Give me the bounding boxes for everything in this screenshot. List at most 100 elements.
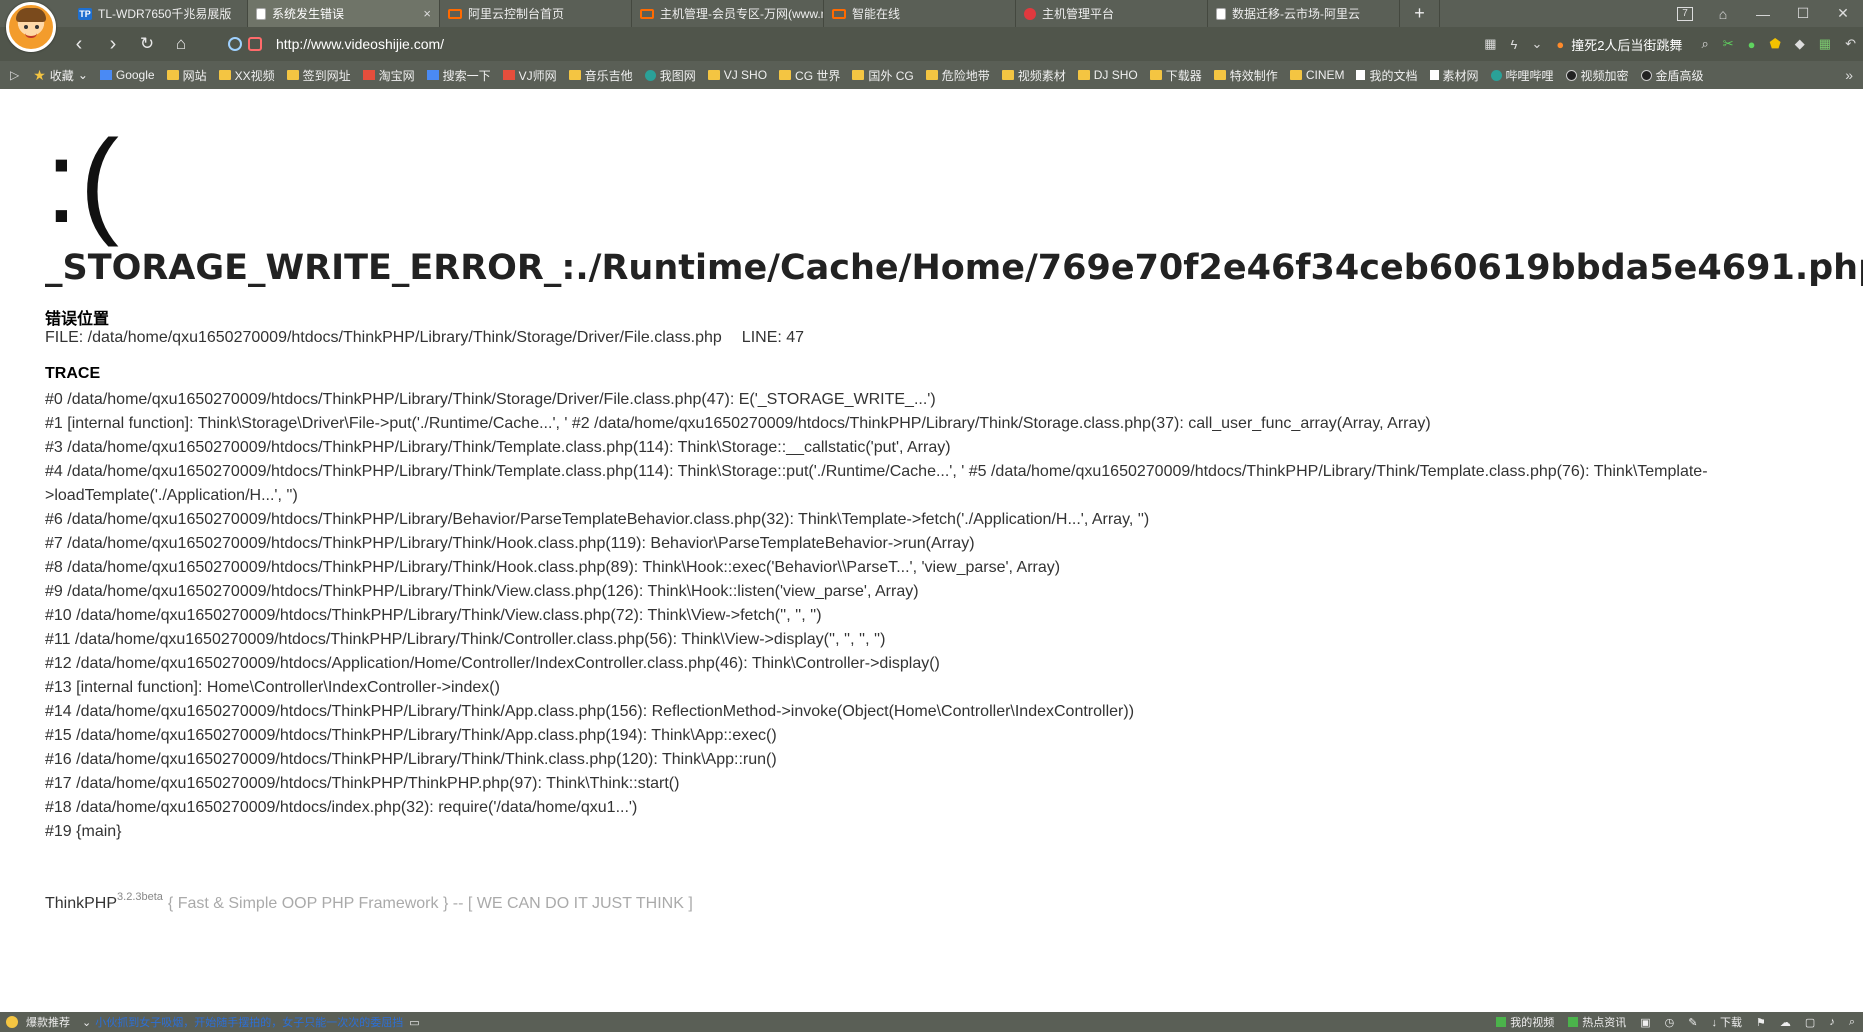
trace-row: #15 /data/home/qxu1650270009/htdocs/Thin… [45,727,777,744]
bookmark-item[interactable]: 特效制作 [1213,67,1278,84]
site-info-icon[interactable] [228,37,242,51]
back-icon[interactable]: ‹ [62,33,96,56]
bookmark-item[interactable]: VJ SHO [707,68,767,82]
url-field[interactable]: http://www.videoshijie.com/ [228,32,444,56]
hot-search-text[interactable]: 撞死2人后当街跳舞 [1571,35,1682,54]
chevron-down-icon[interactable]: ⌄ [1531,36,1542,52]
bookmark-item[interactable]: 下载器 [1149,67,1202,84]
error-line: LINE: 47 [741,329,805,346]
window-controls: 7 ⌂ — ☐ ✕ [1667,0,1863,27]
folder-icon [166,70,179,80]
minimize-icon[interactable]: — [1743,6,1783,22]
tp-link-icon: TP [78,7,92,20]
speed-icon[interactable]: ◷ [1665,1016,1675,1029]
bookmark-item[interactable]: DJ SHO [1077,68,1138,82]
trace-row: #3 /data/home/qxu1650270009/htdocs/Think… [45,439,951,456]
close-window-icon[interactable]: ✕ [1823,5,1863,22]
bookmark-label: 收藏 [49,68,74,83]
bookmark-label: 音乐吉他 [584,68,633,83]
trace-row: #13 [internal function]: Home\Controller… [45,679,500,696]
folder-icon [1149,70,1162,80]
tab-aliyun-console[interactable]: 阿里云控制台首页 [440,0,632,27]
bookmarks-bar: ▷ ★ 收藏 ⌄ Google 网站 XX视频 签到网址 淘宝网 搜索一下 VJ师网… [0,61,1863,89]
screenshot-icon[interactable]: ▣ [1640,1016,1650,1029]
tab-strip: TP TL-WDR7650千兆易展版 系统发生错误 × 阿里云控制台首页 主机管… [70,0,1440,27]
sidebar-toggle-icon[interactable]: ▷ [10,68,19,82]
bookmark-label: 金盾高级 [1655,68,1704,83]
cloud-icon[interactable]: ☁ [1780,1016,1791,1029]
window-icon[interactable]: ▢ [1805,1016,1815,1029]
zoom-icon[interactable]: ⌕ [1849,1016,1855,1029]
tab-router[interactable]: TP TL-WDR7650千兆易展版 [70,0,248,27]
grid-icon[interactable]: ▦ [1484,36,1496,52]
translate-icon[interactable]: ● [1748,37,1756,52]
bookmark-favorites[interactable]: ★ 收藏 ⌄ [33,67,88,84]
tab-system-error[interactable]: 系统发生错误 × [248,0,440,27]
bookmark-item[interactable]: 危险地带 [925,67,990,84]
bookmark-item[interactable]: 签到网址 [286,67,351,84]
pin-icon[interactable]: ✎ [1688,1016,1697,1029]
bookmark-item[interactable]: 淘宝网 [362,67,415,84]
hot-news-button[interactable]: 热点资讯 [1568,1014,1626,1030]
close-tab-icon[interactable]: × [423,6,431,21]
framework-version: 3.2.3beta [117,891,163,903]
status-bar: 爆款推荐 ⌄ 小伙抓到女子吸烟，开始随手摆拍的，女子只能一次次的委屈挡 ▭ 我的… [0,1012,1863,1032]
bookmark-item[interactable]: 我的文档 [1356,67,1418,84]
bookmark-item[interactable]: 视频加密 [1565,67,1629,84]
tab-data-migration[interactable]: 数据迁移-云市场-阿里云 [1208,0,1400,27]
bookmark-label: VJ师网 [518,68,557,83]
news-ticker[interactable]: 小伙抓到女子吸烟，开始随手摆拍的，女子只能一次次的委屈挡 [95,1014,403,1030]
bookmark-item[interactable]: Google [99,68,155,82]
bookmark-label: Google [115,68,155,82]
bookmark-item[interactable]: 素材网 [1429,67,1479,84]
bookmark-item[interactable]: 金盾高级 [1640,67,1704,84]
bookmark-item[interactable]: VJ师网 [502,67,557,84]
bookmark-item[interactable]: 搜索一下 [426,67,491,84]
new-tab-button[interactable]: + [1400,0,1440,27]
volume-icon[interactable]: ♪ [1829,1016,1835,1028]
bookmark-item[interactable]: 音乐吉他 [568,67,633,84]
skin-icon[interactable]: ⌂ [1703,6,1743,22]
bookmark-item[interactable]: CG 世界 [779,67,840,84]
tab-bar: TP TL-WDR7650千兆易展版 系统发生错误 × 阿里云控制台首页 主机管… [0,0,1863,52]
my-video-button[interactable]: 我的视频 [1496,1014,1554,1030]
scissors-icon[interactable]: ✂ [1723,36,1734,52]
recommend-label[interactable]: 爆款推荐 [26,1014,70,1030]
forward-icon[interactable]: › [96,33,130,56]
apps-icon[interactable]: ▦ [1819,36,1831,52]
tab-smart-online[interactable]: 智能在线 [824,0,1016,27]
shield-icon[interactable]: ⬟ [1769,36,1780,52]
aliyun-icon [832,8,846,19]
my-video-label: 我的视频 [1510,1017,1555,1029]
bookmark-item[interactable]: CINEM [1289,68,1344,82]
search-icon[interactable]: ⌕ [1701,36,1708,52]
url-text[interactable]: http://www.videoshijie.com/ [276,36,444,52]
bookmark-item[interactable]: 国外 CG [852,67,914,84]
sad-face: :( [45,116,122,248]
bookmark-item[interactable]: 视频素材 [1001,67,1066,84]
download-button[interactable]: ↓ 下载 [1711,1014,1742,1030]
refresh-icon[interactable]: ↻ [130,34,164,54]
tab-count-badge[interactable]: 7 [1677,6,1693,21]
image-icon[interactable]: ▭ [409,1016,419,1029]
video-icon [1496,1017,1507,1027]
bookmark-item[interactable]: 哔哩哔哩 [1490,67,1554,84]
hot-search-icon: ● [1556,36,1565,52]
chevron-down-icon[interactable]: ⌄ [82,1016,91,1029]
bookmark-item[interactable]: 网站 [166,67,207,84]
lightning-icon[interactable]: ϟ [1511,37,1518,52]
maximize-icon[interactable]: ☐ [1783,5,1823,22]
tab-host-management[interactable]: 主机管理-会员专区-万网(www.n [632,0,824,27]
game-icon[interactable]: ◆ [1795,36,1805,52]
flag-icon[interactable]: ⚑ [1756,1016,1766,1029]
undo-icon[interactable]: ↶ [1845,36,1856,52]
user-avatar[interactable] [6,2,56,52]
bookmark-item[interactable]: XX视频 [218,67,275,84]
home-icon[interactable]: ⌂ [164,34,198,54]
security-warning-icon[interactable] [248,37,262,51]
bookmark-item[interactable]: 我图网 [644,67,696,84]
trace-heading: TRACE [45,365,101,382]
tab-host-platform[interactable]: 主机管理平台 [1016,0,1208,27]
framework-brand[interactable]: ThinkPHP [45,895,117,912]
more-bookmarks-icon[interactable]: » [1845,67,1853,83]
